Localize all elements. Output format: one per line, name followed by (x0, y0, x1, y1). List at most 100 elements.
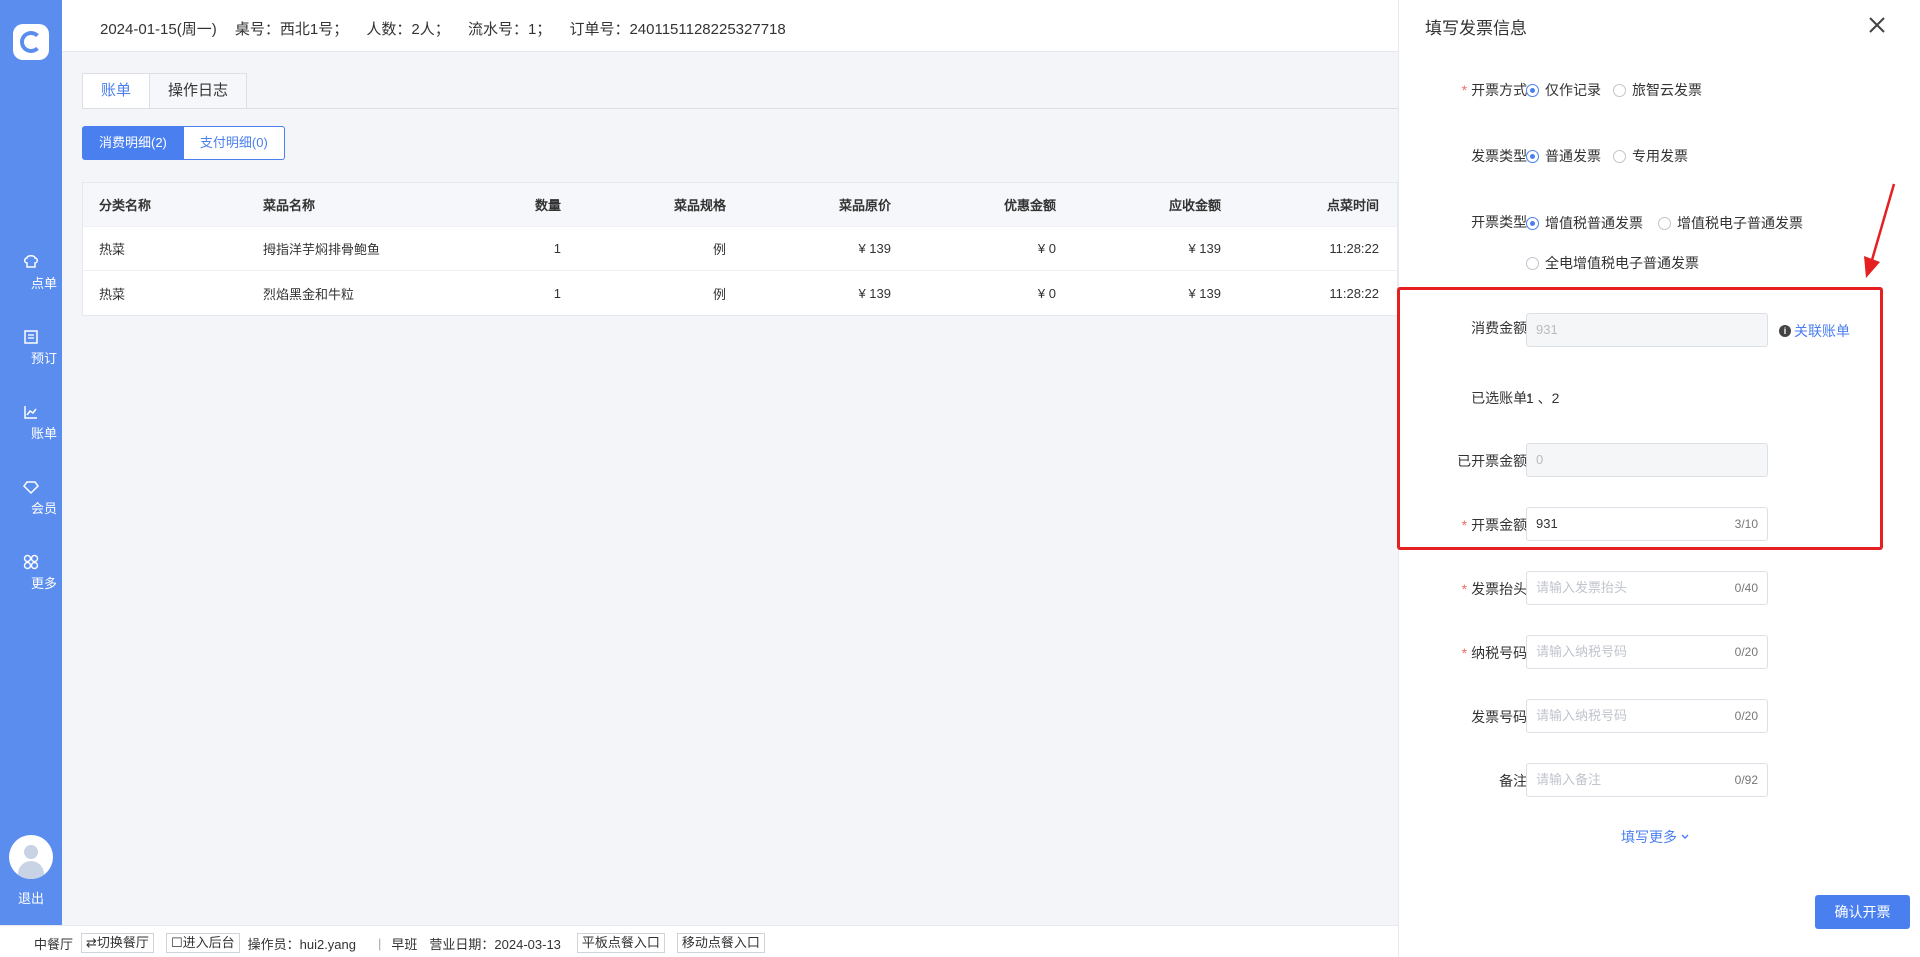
status-divider: | (378, 935, 382, 951)
chart-icon (24, 406, 37, 419)
table-row[interactable]: 热菜 烈焰黑金和牛粒 1 例 ¥ 139 ¥ 0 ¥ 139 11:28:22 (83, 271, 1397, 315)
issued-amount-label: 已开票金额: (1457, 453, 1531, 469)
table-cell: 11:28:22 (1329, 285, 1379, 301)
radio-label: 全电增值税电子普通发票 (1545, 255, 1699, 271)
table-cell: 11:28:22 (1329, 241, 1379, 256)
column-header: 菜品原价 (838, 198, 891, 213)
sidebar-item-label: 更多 (31, 576, 58, 591)
column-header: 优惠金额 (1003, 198, 1056, 213)
char-count: 0/92 (1734, 773, 1758, 787)
hall-name: 中餐厅 (34, 936, 74, 952)
placeholder: 请输入纳税号码 (1536, 644, 1628, 659)
table-cell: ¥ 0 (1037, 241, 1056, 256)
invoice-number-input[interactable]: 请输入纳税号码 0/20 (1526, 699, 1768, 733)
tablet-order-button[interactable]: 平板点餐入口 (576, 933, 665, 953)
kind-vat-electronic-radio[interactable]: 增值税电子普通发票 (1658, 213, 1803, 233)
table-cell: 拇指洋芋焖排骨鲍鱼 (263, 242, 381, 257)
radio-label: 专用发票 (1632, 148, 1688, 164)
radio-label: 仅作记录 (1545, 82, 1601, 98)
type-special-radio[interactable]: 专用发票 (1613, 146, 1688, 166)
consumption-table: 分类名称 菜品名称 数量 菜品规格 菜品原价 优惠金额 应收金额 点菜时间 热菜… (82, 182, 1398, 316)
tabs: 账单 操作日志 (82, 73, 248, 109)
char-count: 0/20 (1734, 645, 1758, 659)
order-number: 订单号：2401151128225327718 (569, 21, 786, 38)
consume-amount-label: 消费金额: (1471, 320, 1531, 336)
type-normal-radio[interactable]: 普通发票 (1526, 146, 1601, 166)
sidebar-item-member[interactable]: 会员 (0, 479, 62, 516)
table-cell: ¥ 139 (858, 285, 891, 301)
invoice-header-input[interactable]: 请输入发票抬头 0/40 (1526, 571, 1768, 605)
method-cloud-radio[interactable]: 旅智云发票 (1613, 80, 1702, 100)
tax-number-label: * 纳税号码: (1419, 643, 1531, 663)
consumption-detail-button[interactable]: 消费明细(2) (82, 126, 184, 160)
tabs-divider (82, 108, 1398, 109)
status-bar: 中餐厅 ⇄切换餐厅 ☐进入后台 操作员：hui2.yang | 早班 营业日期：… (0, 925, 1398, 957)
invoice-amount-input[interactable]: 931 3/10 (1526, 507, 1768, 541)
remark-input[interactable]: 请输入备注 0/92 (1526, 763, 1768, 797)
related-bill-label: 关联账单 (1794, 323, 1850, 339)
confirm-invoice-button[interactable]: 确认开票 (1815, 895, 1910, 929)
table-cell: 热菜 (99, 242, 126, 257)
table-header: 分类名称 菜品名称 数量 菜品规格 菜品原价 优惠金额 应收金额 点菜时间 (83, 183, 1397, 227)
mobile-order-button[interactable]: 移动点餐入口 (676, 933, 765, 953)
reservation-icon (24, 330, 38, 344)
annotation-arrow-icon (1864, 183, 1896, 278)
tab-operation-log[interactable]: 操作日志 (150, 73, 248, 109)
switch-hall-label: 切换餐厅 (96, 935, 149, 950)
table-cell: 1 (553, 241, 561, 256)
operator: 操作员：hui2.yang (247, 936, 356, 952)
related-bill-link[interactable]: i 关联账单 (1779, 321, 1850, 341)
required-mark: * (1461, 581, 1468, 597)
radio-dot (1613, 149, 1626, 163)
placeholder: 请输入发票抬头 (1536, 580, 1628, 595)
table-cell: ¥ 139 (1188, 241, 1221, 256)
sidebar-item-reservation[interactable]: 预订 (0, 329, 62, 366)
kind-vat-normal-radio[interactable]: 增值税普通发票 (1526, 213, 1643, 233)
avatar[interactable] (9, 835, 53, 879)
consume-amount-value: 931 (1536, 322, 1558, 337)
switch-hall-button[interactable]: ⇄切换餐厅 (81, 933, 154, 953)
kind-full-electronic-radio[interactable]: 全电增值税电子普通发票 (1526, 253, 1699, 273)
invoice-amount-label: * 开票金额: (1419, 515, 1531, 535)
sidebar-item-label: 点单 (31, 276, 58, 291)
placeholder: 请输入备注 (1536, 772, 1602, 787)
sidebar-item-bill[interactable]: 账单 (0, 404, 62, 441)
enter-backend-button[interactable]: ☐进入后台 (165, 933, 240, 953)
sidebar-item-order[interactable]: 点单 (0, 254, 62, 291)
fill-more-link[interactable]: 填写更多 (1621, 827, 1690, 847)
column-header: 菜品名称 (263, 198, 316, 213)
table-row[interactable]: 热菜 拇指洋芋焖排骨鲍鱼 1 例 ¥ 139 ¥ 0 ¥ 139 11:28:2… (83, 227, 1397, 271)
payment-detail-button[interactable]: 支付明细(0) (183, 126, 285, 160)
consume-amount-field: 931 (1526, 313, 1768, 347)
chevron-down-icon (1681, 834, 1689, 839)
diamond-icon (23, 481, 39, 495)
order-date: 2024-01-15(周一) (100, 21, 217, 38)
enter-backend-label: 进入后台 (182, 935, 235, 950)
table-number: 桌号：西北1号； (234, 21, 349, 38)
method-record-radio[interactable]: 仅作记录 (1526, 80, 1601, 100)
radio-dot (1526, 83, 1539, 97)
order-header: 2024-01-15(周一) 桌号：西北1号； 人数：2人； 流水号：1； 订单… (62, 0, 1398, 52)
char-count: 3/10 (1734, 517, 1758, 531)
radio-label: 普通发票 (1545, 148, 1601, 164)
tab-bill[interactable]: 账单 (82, 73, 151, 109)
invoice-number-label: 发票号码: (1471, 709, 1531, 725)
radio-dot (1658, 216, 1671, 230)
required-mark: * (1461, 82, 1468, 98)
char-count: 0/20 (1734, 709, 1758, 723)
column-header: 菜品规格 (673, 198, 726, 213)
sidebar: 点单 预订 账单 会员 更多 退出 (0, 0, 62, 957)
column-header: 分类名称 (99, 198, 152, 213)
sidebar-item-more[interactable]: 更多 (0, 554, 62, 591)
invoice-kind-label: 开票类型: (1471, 214, 1531, 230)
close-icon[interactable] (1865, 13, 1889, 37)
remark-label: 备注: (1499, 773, 1531, 789)
tax-number-input[interactable]: 请输入纳税号码 0/20 (1526, 635, 1768, 669)
app-logo (13, 24, 49, 60)
invoice-header-label: * 发票抬头: (1419, 579, 1531, 599)
grid-icon (23, 554, 39, 570)
column-header: 点菜时间 (1326, 198, 1379, 213)
logout-button[interactable]: 退出 (0, 888, 62, 907)
invoice-drawer: 填写发票信息 * 开票方式: 仅作记录 旅智云发票 发票类型: 普通发票 专用发票… (1398, 0, 1920, 957)
invoice-method-label: * 开票方式: (1419, 80, 1531, 100)
